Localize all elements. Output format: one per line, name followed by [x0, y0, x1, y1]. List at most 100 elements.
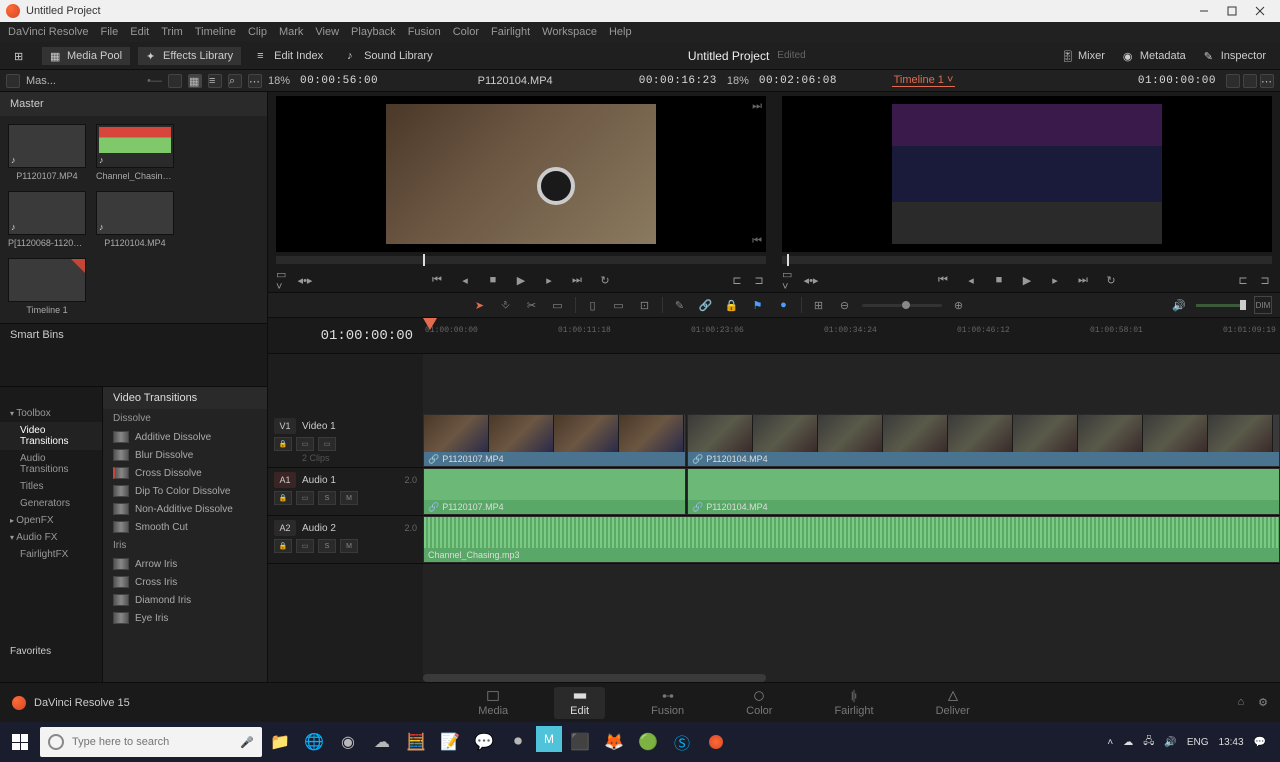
- fx-item[interactable]: Smooth Cut: [103, 518, 267, 536]
- zoom-in-icon[interactable]: ⊕: [950, 296, 968, 314]
- menu-fusion[interactable]: Fusion: [408, 26, 441, 38]
- clip-audio[interactable]: 🔗P1120107.MP4: [423, 468, 686, 515]
- obs-icon[interactable]: ⏺: [502, 726, 534, 758]
- stop-icon[interactable]: ■: [486, 273, 500, 287]
- fx-nav-generators[interactable]: Generators: [0, 495, 102, 512]
- lock-icon[interactable]: 🔒: [274, 437, 292, 451]
- fx-nav-fairlightfx[interactable]: FairlightFX: [0, 546, 102, 563]
- taskbar-search[interactable]: 🎤: [40, 727, 262, 757]
- tray-expand-icon[interactable]: ˄: [1107, 737, 1113, 748]
- page-edit[interactable]: Edit: [554, 687, 605, 719]
- settings-icon[interactable]: ⚙: [1258, 696, 1268, 709]
- list-view-icon[interactable]: ≡: [208, 74, 222, 88]
- volume-icon[interactable]: 🔊: [1164, 737, 1176, 748]
- first-frame-icon[interactable]: ⏮: [430, 273, 444, 287]
- clip-audio[interactable]: Channel_Chasing.mp3: [423, 516, 1280, 563]
- maximize-button[interactable]: [1218, 2, 1246, 20]
- effects-library-toggle[interactable]: ✦Effects Library: [138, 47, 241, 65]
- source-canvas[interactable]: ⏭ ⏮: [276, 96, 766, 252]
- fx-item[interactable]: Additive Dissolve: [103, 428, 267, 446]
- snap-icon[interactable]: ⊞: [810, 296, 828, 314]
- bin-clip[interactable]: ♪P1120104.MP4: [96, 191, 174, 248]
- smart-bins[interactable]: Smart Bins: [0, 324, 267, 346]
- search-icon[interactable]: ⌕: [228, 74, 242, 88]
- close-button[interactable]: [1246, 2, 1274, 20]
- fx-nav-openfx[interactable]: OpenFX: [0, 512, 102, 529]
- mark-in-icon[interactable]: ⊏: [1236, 273, 1250, 287]
- flag-icon[interactable]: ⚑: [749, 296, 767, 314]
- page-deliver[interactable]: Deliver: [920, 687, 986, 719]
- bin-clip[interactable]: ♪P[1120068-1120068]...: [8, 191, 86, 248]
- mic-icon[interactable]: 🎤: [240, 736, 254, 749]
- master-bin[interactable]: Master: [0, 92, 267, 116]
- firefox-icon[interactable]: 🦊: [598, 726, 630, 758]
- viewer-mode-dropdown[interactable]: ▭ ˅: [276, 273, 290, 287]
- bin-clip[interactable]: ♪Channel_Chasing.mp3: [96, 124, 174, 181]
- fx-item[interactable]: Dip To Color Dissolve: [103, 482, 267, 500]
- clip-video[interactable]: 🔗P1120104.MP4: [687, 414, 1280, 467]
- layout-button[interactable]: ⊞: [6, 47, 34, 65]
- chrome-icon[interactable]: 🌐: [298, 726, 330, 758]
- menu-clip[interactable]: Clip: [248, 26, 267, 38]
- program-zoom[interactable]: 18%: [727, 75, 749, 87]
- page-media[interactable]: Media: [462, 687, 524, 719]
- fx-nav-titles[interactable]: Titles: [0, 478, 102, 495]
- menu-mark[interactable]: Mark: [279, 26, 303, 38]
- menu-trim[interactable]: Trim: [161, 26, 183, 38]
- fx-item[interactable]: Eye Iris: [103, 609, 267, 627]
- viewer-mode-icon[interactable]: [1226, 74, 1240, 88]
- fx-nav-toolbox[interactable]: Toolbox: [0, 405, 102, 422]
- fx-item[interactable]: Cross Dissolve: [103, 464, 267, 482]
- notepad-icon[interactable]: 📝: [434, 726, 466, 758]
- mark-out-icon[interactable]: ⊐: [1258, 273, 1272, 287]
- play-icon[interactable]: ▶: [514, 273, 528, 287]
- sound-library-toggle[interactable]: ♪Sound Library: [339, 47, 441, 65]
- next-edit-icon[interactable]: ⏭: [752, 100, 762, 113]
- explorer-icon[interactable]: 📁: [264, 726, 296, 758]
- clip-video[interactable]: 🔗P1120107.MP4: [423, 414, 686, 467]
- program-scrubber[interactable]: [782, 256, 1272, 264]
- last-frame-icon[interactable]: ⏮: [752, 235, 762, 248]
- trim-tool-icon[interactable]: ⎀: [497, 296, 515, 314]
- dynamic-trim-icon[interactable]: ✎: [671, 296, 689, 314]
- stop-icon[interactable]: ■: [992, 273, 1006, 287]
- fx-item[interactable]: Arrow Iris: [103, 555, 267, 573]
- arrow-tool-icon[interactable]: ➤: [471, 296, 489, 314]
- app-icon[interactable]: ☁: [366, 726, 398, 758]
- timeline-ruler[interactable]: 01:00:00:00 01:00:11:18 01:00:23:06 01:0…: [423, 318, 1280, 354]
- bin-list-toggle[interactable]: [6, 74, 20, 88]
- timeline-content[interactable]: 01:00:00:00 01:00:11:18 01:00:23:06 01:0…: [423, 318, 1280, 682]
- notifications-icon[interactable]: 💬: [1254, 737, 1266, 748]
- page-color[interactable]: Color: [730, 687, 788, 719]
- home-icon[interactable]: ⌂: [1237, 696, 1244, 709]
- program-canvas[interactable]: [782, 96, 1272, 252]
- match-frame-icon[interactable]: ◂•▸: [804, 273, 818, 287]
- mute-button[interactable]: M: [340, 539, 358, 553]
- overwrite-icon[interactable]: ▯: [584, 296, 602, 314]
- source-zoom[interactable]: 18%: [268, 75, 290, 87]
- skype-icon[interactable]: Ⓢ: [666, 726, 698, 758]
- page-fairlight[interactable]: Fairlight: [818, 687, 889, 719]
- inspector-toggle[interactable]: ✎Inspector: [1196, 47, 1274, 65]
- fx-item[interactable]: Diamond Iris: [103, 591, 267, 609]
- menu-fairlight[interactable]: Fairlight: [491, 26, 530, 38]
- step-fwd-icon[interactable]: ▸: [1048, 273, 1062, 287]
- fit-icon[interactable]: ⊡: [636, 296, 654, 314]
- mute-button[interactable]: M: [340, 491, 358, 505]
- page-fusion[interactable]: Fusion: [635, 687, 700, 719]
- thumb-view-icon[interactable]: ▦: [188, 74, 202, 88]
- fx-nav-audio-transitions[interactable]: Audio Transitions: [0, 450, 102, 478]
- marker-icon[interactable]: ●: [775, 296, 793, 314]
- mark-in-icon[interactable]: ⊏: [730, 273, 744, 287]
- solo-button[interactable]: S: [318, 491, 336, 505]
- auto-select-icon[interactable]: ▭: [296, 491, 314, 505]
- source-scrubber[interactable]: [276, 256, 766, 264]
- dim-button[interactable]: DIM: [1254, 296, 1272, 314]
- bypass-icon[interactable]: [1243, 74, 1257, 88]
- start-button[interactable]: [2, 724, 38, 760]
- metadata-toggle[interactable]: ◉Metadata: [1115, 47, 1194, 65]
- step-back-icon[interactable]: ◂: [964, 273, 978, 287]
- menu-file[interactable]: File: [101, 26, 119, 38]
- volume-icon[interactable]: 🔊: [1170, 296, 1188, 314]
- last-frame-icon[interactable]: ⏭: [1076, 273, 1090, 287]
